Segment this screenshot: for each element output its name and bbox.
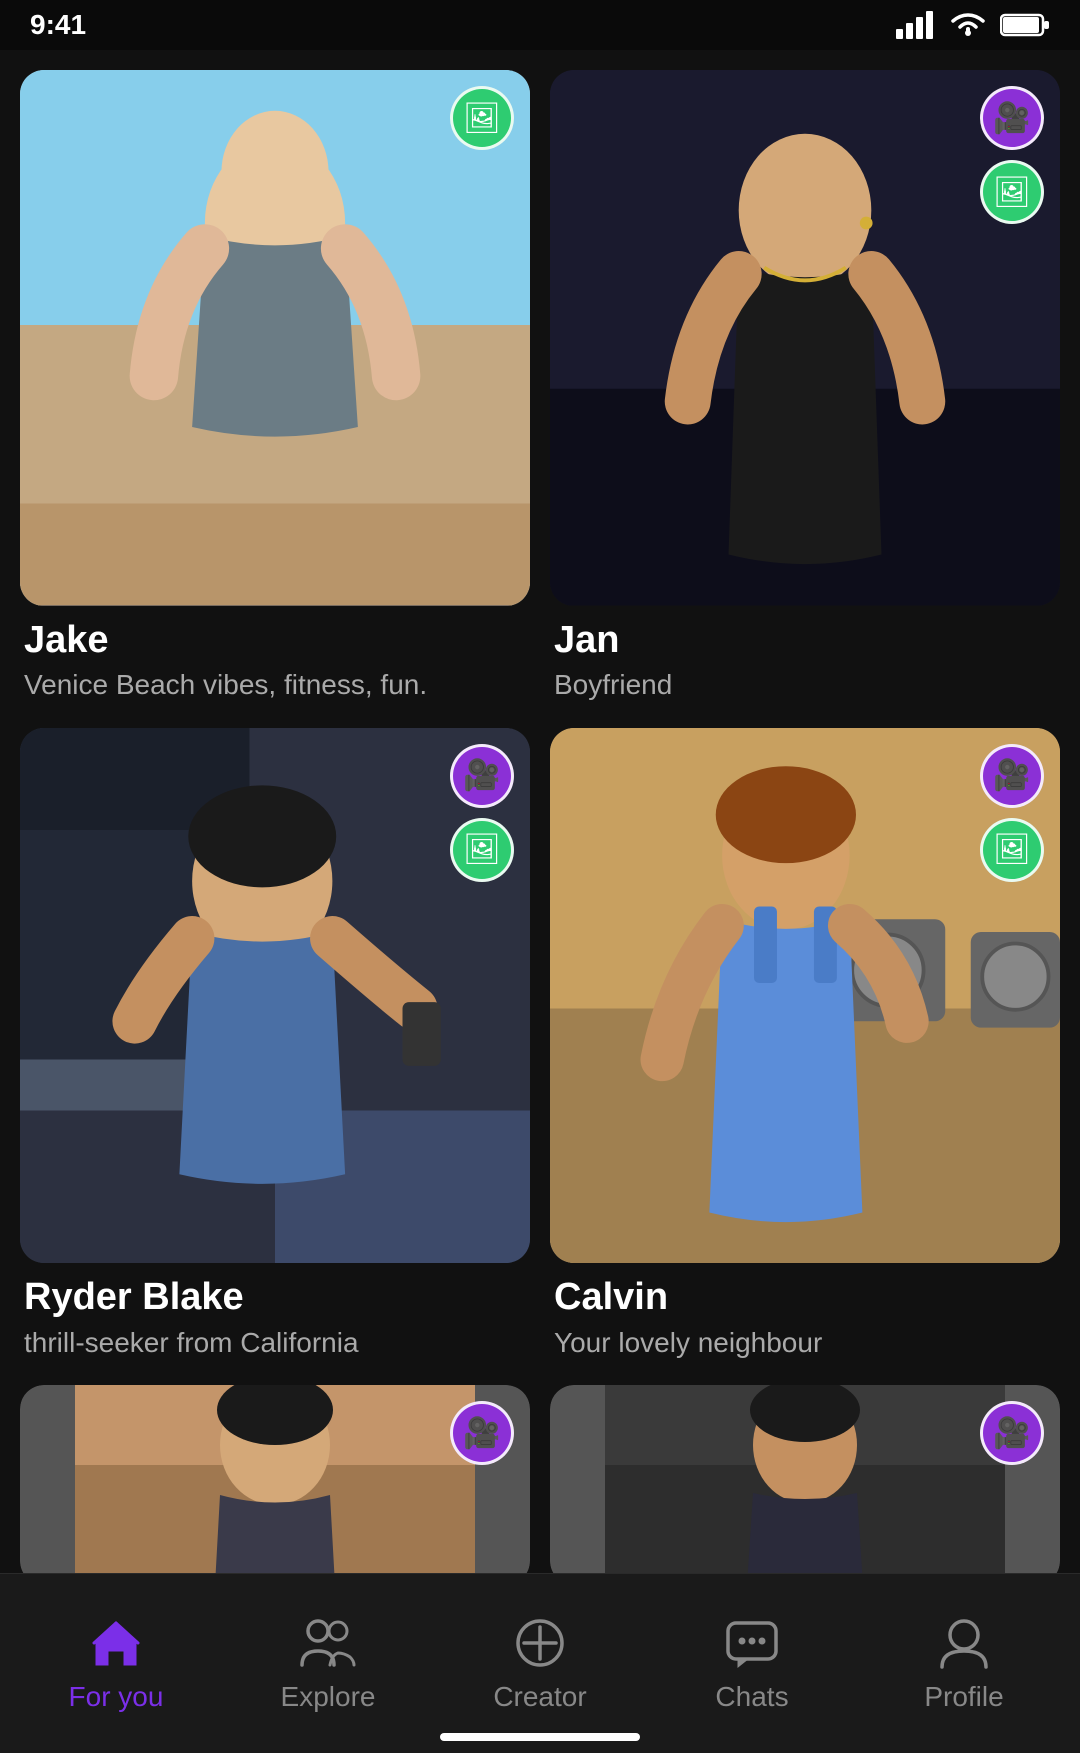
gallery-badge-jan: 🖼 xyxy=(980,160,1044,224)
battery-icon xyxy=(1000,11,1050,39)
partial-cards-row: 🎥 🎥 xyxy=(20,1385,1060,1573)
creator-icon xyxy=(512,1615,568,1671)
nav-item-creator[interactable]: Creator xyxy=(480,1605,600,1723)
explore-icon xyxy=(300,1615,356,1671)
cards-grid: 🖼 Jake Venice Beach vibes, fitness, fun. xyxy=(20,70,1060,1365)
card-jake-info: Jake Venice Beach vibes, fitness, fun. xyxy=(20,606,530,708)
card-jake-badges: 🖼 xyxy=(450,86,514,150)
nav-item-explore[interactable]: Explore xyxy=(268,1605,388,1723)
nav-label-profile: Profile xyxy=(924,1681,1003,1713)
card-jan-desc: Boyfriend xyxy=(554,667,1056,703)
home-icon xyxy=(88,1615,144,1671)
card-image-jake: 🖼 xyxy=(20,70,530,606)
card-jan-info: Jan Boyfriend xyxy=(550,606,1060,708)
signal-icon xyxy=(896,11,936,39)
gallery-badge-ryder: 🖼 xyxy=(450,818,514,882)
partial-card-1[interactable]: 🎥 xyxy=(20,1385,530,1573)
card-jake[interactable]: 🖼 Jake Venice Beach vibes, fitness, fun. xyxy=(20,70,530,708)
card-image-ryder: 🎥 🖼 xyxy=(20,728,530,1264)
nav-item-chats[interactable]: Chats xyxy=(692,1605,812,1723)
gallery-badge-jake: 🖼 xyxy=(450,86,514,150)
scrollable-content: 🖼 Jake Venice Beach vibes, fitness, fun. xyxy=(0,50,1080,1573)
card-ryder-desc: thrill-seeker from California xyxy=(24,1325,526,1361)
partial-card-2[interactable]: 🎥 xyxy=(550,1385,1060,1573)
nav-item-profile[interactable]: Profile xyxy=(904,1605,1024,1723)
profile-icon xyxy=(936,1615,992,1671)
nav-item-for-you[interactable]: For you xyxy=(56,1605,176,1723)
status-icons xyxy=(896,11,1050,39)
home-indicator xyxy=(440,1733,640,1741)
video-badge-ryder: 🎥 xyxy=(450,744,514,808)
wifi-icon xyxy=(948,11,988,39)
gallery-badge-calvin: 🖼 xyxy=(980,818,1044,882)
video-badge-partial2: 🎥 xyxy=(980,1401,1044,1465)
card-calvin-badges: 🎥 🖼 xyxy=(980,744,1044,882)
nav-label-for-you: For you xyxy=(69,1681,164,1713)
app-container: 9:41 xyxy=(0,0,1080,1753)
card-image-jan: 🎥 🖼 xyxy=(550,70,1060,606)
card-jan-badges: 🎥 🖼 xyxy=(980,86,1044,224)
card-ryder-name: Ryder Blake xyxy=(24,1277,526,1319)
card-ryder-badges: 🎥 🖼 xyxy=(450,744,514,882)
card-calvin-name: Calvin xyxy=(554,1277,1056,1319)
video-badge-partial1: 🎥 xyxy=(450,1401,514,1465)
partial-card-2-badges: 🎥 xyxy=(980,1401,1044,1465)
video-badge-jan: 🎥 xyxy=(980,86,1044,150)
nav-label-explore: Explore xyxy=(281,1681,376,1713)
jake-silhouette xyxy=(20,70,530,606)
card-jake-name: Jake xyxy=(24,620,526,662)
status-time: 9:41 xyxy=(30,9,86,41)
partial-card-inner-1: 🎥 xyxy=(20,1385,530,1573)
card-image-calvin: 🎥 🖼 xyxy=(550,728,1060,1264)
partial-card-1-badges: 🎥 xyxy=(450,1401,514,1465)
video-badge-calvin: 🎥 xyxy=(980,744,1044,808)
card-jan-name: Jan xyxy=(554,620,1056,662)
card-ryder-info: Ryder Blake thrill-seeker from Californi… xyxy=(20,1263,530,1365)
nav-label-chats: Chats xyxy=(715,1681,788,1713)
chat-icon xyxy=(724,1615,780,1671)
card-calvin[interactable]: 🎥 🖼 Calvin Your lovely neighbour xyxy=(550,728,1060,1366)
nav-label-creator: Creator xyxy=(493,1681,586,1713)
card-calvin-info: Calvin Your lovely neighbour xyxy=(550,1263,1060,1365)
status-bar: 9:41 xyxy=(0,0,1080,50)
card-calvin-desc: Your lovely neighbour xyxy=(554,1325,1056,1361)
card-jake-desc: Venice Beach vibes, fitness, fun. xyxy=(24,667,526,703)
bottom-nav: For you Explore Creator xyxy=(0,1573,1080,1753)
card-ryder[interactable]: 🎥 🖼 Ryder Blake thrill-seeker from Calif… xyxy=(20,728,530,1366)
card-jan[interactable]: 🎥 🖼 Jan Boyfriend xyxy=(550,70,1060,708)
partial-card-inner-2: 🎥 xyxy=(550,1385,1060,1573)
